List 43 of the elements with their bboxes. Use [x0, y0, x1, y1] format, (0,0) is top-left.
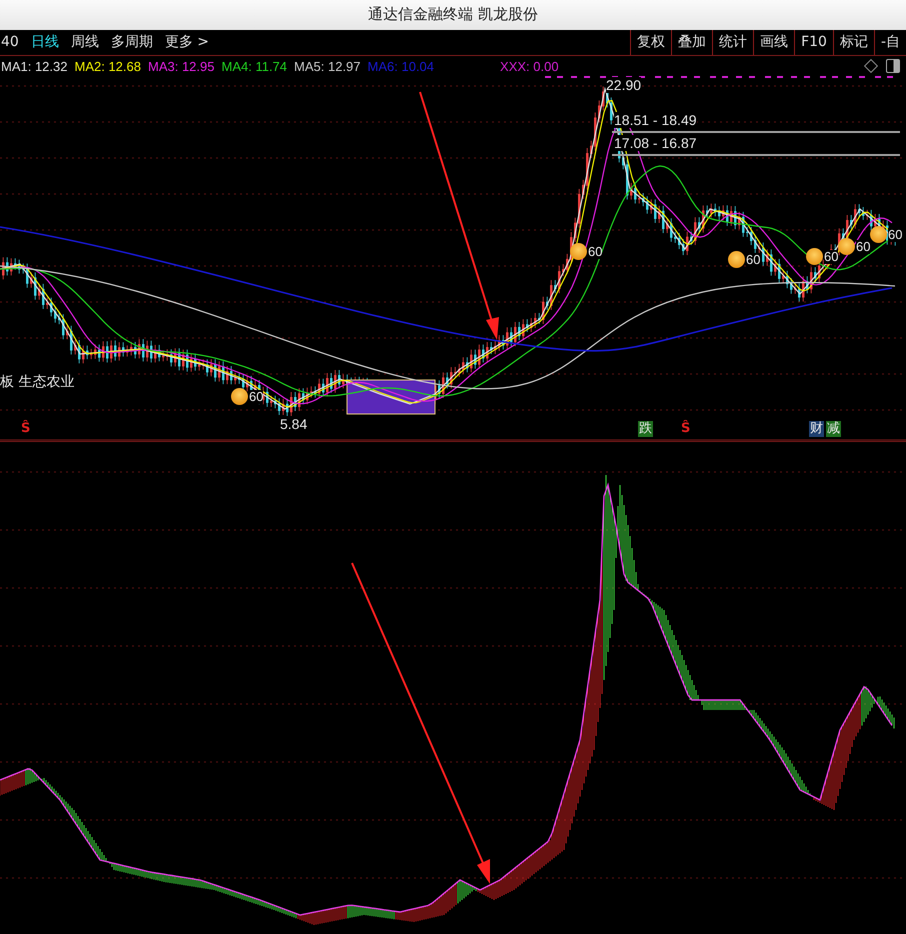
ma-value: MA5: 12.97	[294, 58, 361, 74]
period-tab[interactable]: 40	[1, 34, 19, 50]
period-tab[interactable]: 多周期	[110, 33, 153, 52]
indicator-value: XXX: 0.00	[500, 58, 559, 74]
toolbar-button[interactable]: F10	[794, 30, 833, 56]
ma-value: MA1: 12.32	[1, 58, 68, 74]
toolbar-button[interactable]: -自	[874, 30, 906, 56]
ma-value: MA6: 10.04	[368, 58, 434, 74]
period-tab[interactable]: 更多 >	[164, 33, 210, 52]
period-tab[interactable]: 周线	[70, 33, 99, 52]
ma-value: MA2: 12.68	[74, 58, 141, 74]
toolbar-button[interactable]: 画线	[753, 30, 794, 56]
high-price-label: 22.90	[606, 77, 642, 93]
signal-badge-icon	[570, 243, 587, 260]
signal-value: 60	[249, 390, 264, 404]
panel-toggle-icon	[886, 59, 900, 74]
signal-value: 60	[588, 244, 602, 258]
event-marker: Ŝ	[680, 421, 692, 437]
price-band-label: 17.08 - 16.87	[614, 135, 697, 151]
toolbar-button[interactable]: 叠加	[671, 30, 712, 56]
signal-badge-icon	[231, 388, 248, 405]
ma-value: MA3: 12.95	[148, 58, 214, 74]
ma-value: MA4: 11.74	[222, 58, 288, 74]
signal-badge-icon	[870, 226, 887, 243]
toolbar-button[interactable]: 标记	[832, 30, 874, 56]
event-marker: 减	[826, 421, 841, 437]
toolbar-button[interactable]: 复权	[630, 30, 672, 56]
event-marker: Ŝ	[20, 421, 32, 437]
period-tab[interactable]: 日线	[30, 33, 59, 52]
signal-value: 60	[824, 250, 838, 264]
signal-value: 60	[746, 252, 760, 266]
signal-badge-icon	[806, 248, 823, 265]
event-marker: 跌	[638, 421, 653, 437]
low-price-label: 5.84	[280, 416, 308, 432]
event-marker: 财	[809, 421, 824, 437]
signal-badge-icon	[838, 238, 855, 255]
signal-value: 60	[888, 228, 902, 242]
toolbar-button[interactable]: 统计	[712, 30, 754, 56]
sector-label: 板 生态农业	[0, 373, 74, 391]
price-band-label: 18.51 - 18.49	[614, 112, 697, 128]
signal-value: 60	[856, 240, 870, 254]
window-title: 通达信金融终端 凯龙股份	[368, 5, 538, 24]
signal-badge-icon	[728, 251, 745, 268]
